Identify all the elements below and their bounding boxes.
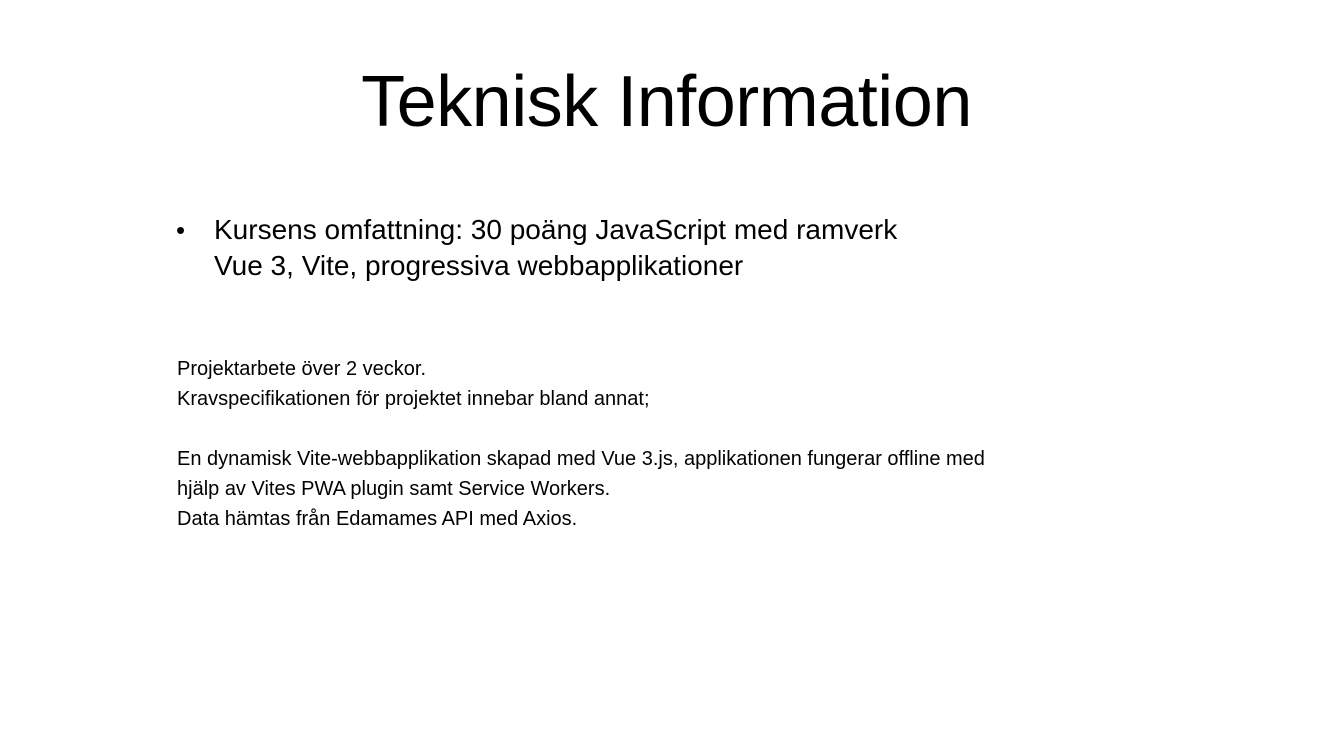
bullet-dot-icon: • — [176, 215, 186, 245]
body-line: Projektarbete över 2 veckor. — [177, 358, 427, 380]
body-line: En dynamisk Vite-webbapplikation skapad … — [177, 448, 985, 470]
body-text: Projektarbete över 2 veckor. Kravspecifi… — [177, 354, 1177, 534]
body-line-spacer — [177, 414, 1177, 444]
body-line: Kravspecifikationen för projektet inneba… — [177, 388, 650, 410]
body-line: Data hämtas från Edamames API med Axios. — [177, 508, 578, 530]
slide-title: Teknisk Information — [361, 62, 972, 142]
slide: Teknisk Information • Kursens omfattning… — [0, 0, 1333, 750]
bullet-list: • Kursens omfattning: 30 poäng JavaScrip… — [176, 212, 1176, 284]
bullet-line: Kursens omfattning: 30 poäng JavaScript … — [214, 214, 898, 245]
bullet-item: • Kursens omfattning: 30 poäng JavaScrip… — [176, 212, 1176, 284]
bullet-line: Vue 3, Vite, progressiva webbapplikation… — [214, 250, 744, 281]
body-line: hjälp av Vites PWA plugin samt Service W… — [177, 478, 611, 500]
